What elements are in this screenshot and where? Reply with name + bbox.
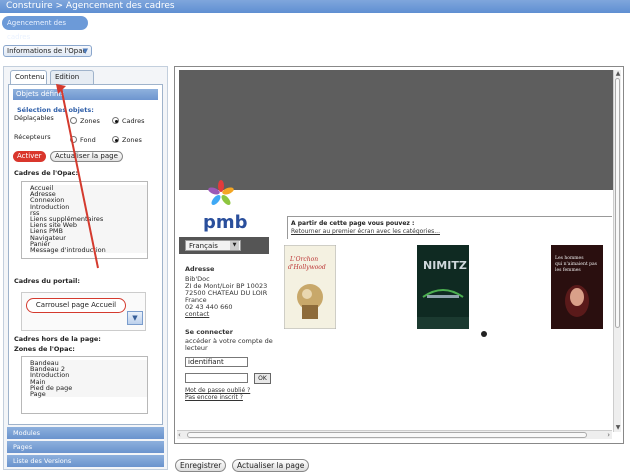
svg-text:d'Hollywood: d'Hollywood bbox=[288, 264, 326, 271]
cadres-portail-box: Carrousel page Accueil ▼ bbox=[21, 292, 146, 331]
svg-text:les femmes: les femmes bbox=[555, 267, 581, 273]
scroll-thumb[interactable] bbox=[615, 78, 620, 328]
register-link[interactable]: Pas encore inscrit ? bbox=[185, 394, 243, 401]
list-item[interactable]: Message d'introduction bbox=[30, 247, 147, 254]
cadres-opac-label: Cadres de l'Opac: bbox=[14, 169, 79, 177]
svg-text:L'Orchon: L'Orchon bbox=[289, 256, 318, 263]
connect-block: Se connecter accéder à votre compte de l… bbox=[185, 329, 273, 352]
scroll-left-icon[interactable]: ‹ bbox=[178, 431, 181, 439]
refresh-button[interactable]: Actualiser la page bbox=[232, 459, 310, 472]
page-title: Construire > Agencement des cadres bbox=[6, 1, 175, 11]
tab-contenu[interactable]: Contenu bbox=[10, 70, 47, 84]
radio-deplacables-zones[interactable] bbox=[70, 117, 77, 124]
chevron-down-icon[interactable]: ▼ bbox=[127, 311, 143, 325]
tab-content: Objets définis Sélection des objets: Dép… bbox=[8, 84, 163, 425]
scroll-down-icon[interactable]: ▼ bbox=[614, 424, 622, 432]
top-bar: Construire > Agencement des cadres bbox=[0, 0, 630, 13]
actualiser-button[interactable]: Actualiser la page bbox=[50, 151, 123, 162]
accordion-pages[interactable]: Pages bbox=[7, 441, 164, 453]
contact-link[interactable]: contact bbox=[185, 311, 267, 318]
radio-recepteurs-zones[interactable] bbox=[112, 136, 119, 143]
selection-label: Sélection des objets: bbox=[17, 106, 94, 114]
recepteurs-label: Récepteurs bbox=[14, 133, 51, 141]
option-cadres-label: Cadres bbox=[122, 117, 145, 125]
language-select[interactable]: Français ▼ bbox=[185, 240, 241, 251]
language-bar: Français ▼ bbox=[179, 237, 269, 254]
activer-button[interactable]: Activer bbox=[13, 151, 46, 162]
radio-recepteurs-fond[interactable] bbox=[70, 136, 77, 143]
address-heading: Adresse bbox=[185, 265, 215, 273]
zones-opac-list[interactable]: Bandeau Bandeau 2 Introduction Main Pied de … bbox=[21, 356, 148, 414]
accordion-versions[interactable]: Liste des Versions bbox=[7, 455, 164, 467]
chevron-down-icon: ▼ bbox=[82, 47, 88, 55]
vertical-scrollbar[interactable]: ▲ ▼ bbox=[613, 70, 621, 432]
section-button[interactable]: Agencement des cadres bbox=[2, 16, 88, 41]
radio-deplacables-cadres[interactable] bbox=[112, 117, 119, 124]
address-block: Adresse Bib'Doc ZI de Mont/Loir BP 10023… bbox=[185, 266, 267, 318]
deplacables-label: Déplaçables bbox=[14, 114, 54, 122]
book-cover-2[interactable]: NIMITZ bbox=[417, 245, 469, 329]
connect-heading: Se connecter bbox=[185, 328, 233, 336]
banner-area bbox=[179, 70, 616, 190]
cadres-hors-label: Cadres hors de la page: bbox=[14, 335, 101, 343]
password-input[interactable] bbox=[185, 373, 248, 383]
login-input[interactable]: identifiant bbox=[185, 357, 248, 367]
language-value: Français bbox=[189, 242, 218, 250]
ok-button[interactable]: OK bbox=[254, 373, 271, 384]
opac-info-dropdown[interactable]: Informations de l'Opac ▼ bbox=[3, 45, 92, 57]
svg-text:qui n'aimaient pas: qui n'aimaient pas bbox=[555, 261, 598, 267]
option-zones2-label: Zones bbox=[122, 136, 142, 144]
forgot-password-link[interactable]: Mot de passe oublié ? bbox=[185, 387, 250, 394]
cadres-opac-list[interactable]: Accueil Adresse Connexion Introduction rss Li… bbox=[21, 181, 148, 259]
opac-dropdown-label: Informations de l'Opac bbox=[7, 47, 87, 55]
cadres-portail-label: Cadres du portail: bbox=[14, 277, 80, 285]
preview-frame: pmb Français ▼ A partir de cette page vo… bbox=[174, 66, 624, 444]
svg-text:Les hommes: Les hommes bbox=[555, 255, 584, 261]
right-panel-link[interactable]: Retourner au premier écran avec les caté… bbox=[291, 228, 440, 235]
carousel-dot[interactable] bbox=[481, 331, 487, 337]
scroll-right-icon[interactable]: › bbox=[607, 431, 610, 439]
connect-text: lecteur bbox=[185, 344, 208, 352]
horizontal-scrollbar[interactable]: ‹ › bbox=[177, 430, 612, 439]
book-cover-3[interactable]: Les hommes qui n'aimaient pas les femmes bbox=[551, 245, 603, 329]
left-panel: Contenu Edition CSS Objets définis Sélec… bbox=[3, 66, 168, 470]
pmb-logo: pmb bbox=[203, 180, 248, 232]
accordion-modules[interactable]: Modules bbox=[7, 427, 164, 439]
hscroll-thumb[interactable] bbox=[187, 432, 587, 438]
option-fond-label: Fond bbox=[80, 136, 96, 144]
logo-text: pmb bbox=[203, 212, 248, 232]
chevron-down-icon: ▼ bbox=[230, 241, 239, 250]
tab-edition-css[interactable]: Edition CSS bbox=[50, 70, 94, 94]
portal-item-carrousel[interactable]: Carrousel page Accueil bbox=[26, 298, 126, 313]
zones-opac-label: Zones de l'Opac: bbox=[14, 345, 75, 353]
book-cover-1[interactable]: L'Orchon d'Hollywood bbox=[284, 245, 336, 329]
svg-text:NIMITZ: NIMITZ bbox=[423, 259, 467, 272]
option-zones-label: Zones bbox=[80, 117, 100, 125]
objets-header[interactable]: Objets définis bbox=[13, 89, 158, 100]
scroll-up-icon[interactable]: ▲ bbox=[614, 70, 622, 78]
right-panel-title: A partir de cette page vous pouvez : bbox=[291, 220, 415, 227]
list-item[interactable]: Page bbox=[30, 391, 147, 398]
save-button[interactable]: Enregistrer bbox=[175, 459, 227, 472]
